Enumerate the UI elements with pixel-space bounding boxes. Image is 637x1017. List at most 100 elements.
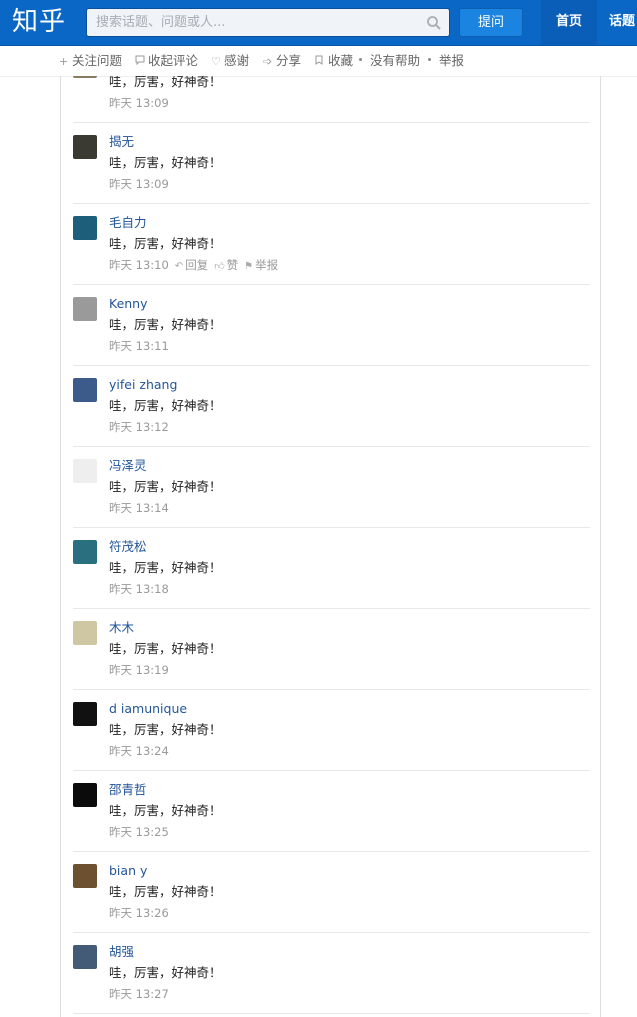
comment-meta: 昨天 13:19 <box>109 662 169 678</box>
comment-meta: 昨天 13:09 <box>109 176 169 192</box>
flag-icon: ⚑ <box>244 261 254 272</box>
user-avatar[interactable] <box>73 621 97 645</box>
comment-text: 哇，厉害，好神奇！ <box>109 479 222 494</box>
comment-author-link[interactable]: bian y <box>109 863 147 879</box>
comment-text: 哇，厉害，好神奇！ <box>109 236 222 251</box>
comment-meta: 昨天 13:09 <box>109 95 169 111</box>
separator-dot <box>359 58 362 61</box>
comment-item: 冯泽灵 哇，厉害，好神奇！ 昨天 13:14 <box>73 447 590 528</box>
comment-item: 揭无 哇，厉害，好神奇！ 昨天 13:09 <box>73 123 590 204</box>
reply-arrow-icon: ↶ <box>174 261 184 272</box>
plus-icon: + <box>59 55 69 68</box>
search-input[interactable] <box>87 9 426 36</box>
thanks-action[interactable]: ♡ 感谢 <box>211 53 249 70</box>
comment-text: 哇，厉害，好神奇！ <box>109 398 222 413</box>
report-comment-button-label: 举报 <box>255 258 279 272</box>
reply-button[interactable]: ↶ 回复 <box>175 258 208 272</box>
comment-time: 昨天 13:14 <box>109 501 169 515</box>
comment-time: 昨天 13:25 <box>109 825 169 839</box>
comment-text: 哇，厉害，好神奇！ <box>109 884 222 899</box>
comment-item: 哇，厉害，好神奇！ 昨天 13:09 <box>73 76 590 123</box>
comment-meta: 昨天 13:11 <box>109 338 169 354</box>
comment-time: 昨天 13:10 <box>109 258 169 272</box>
comment-item: bian y 哇，厉害，好神奇！ 昨天 13:26 <box>73 852 590 933</box>
comment-text: 哇，厉害，好神奇！ <box>109 965 222 980</box>
comment-time: 昨天 13:09 <box>109 177 169 191</box>
user-avatar[interactable] <box>73 297 97 321</box>
user-avatar[interactable] <box>73 783 97 807</box>
user-avatar[interactable] <box>73 216 97 240</box>
nav-home-link[interactable]: 首页 <box>541 0 597 45</box>
ask-question-button[interactable]: 提问 <box>459 8 523 37</box>
report-comment-button[interactable]: ⚑ 举报 <box>244 258 278 272</box>
comment-text: 哇，厉害，好神奇！ <box>109 560 222 575</box>
comment-author-link[interactable]: 胡强 <box>109 944 134 960</box>
user-avatar[interactable] <box>73 459 97 483</box>
collect-action[interactable]: 收藏 <box>315 53 353 70</box>
comment-meta: 昨天 13:24 <box>109 743 169 759</box>
comment-time: 昨天 13:18 <box>109 582 169 596</box>
user-avatar[interactable] <box>73 76 97 78</box>
comment-author-link[interactable]: 符茂松 <box>109 539 147 555</box>
user-avatar[interactable] <box>73 702 97 726</box>
comment-author-link[interactable]: 毛自力 <box>109 215 147 231</box>
comment-text: 哇，厉害，好神奇！ <box>109 803 222 818</box>
comments-panel: 哇，厉害，好神奇！ 昨天 13:09 揭无 哇，厉害，好神奇！ 昨天 13:09… <box>60 76 601 1017</box>
search-box[interactable] <box>86 8 450 37</box>
comment-time: 昨天 13:24 <box>109 744 169 758</box>
user-avatar[interactable] <box>73 864 97 888</box>
comment-author-link[interactable]: 木木 <box>109 620 134 636</box>
user-avatar[interactable] <box>73 135 97 159</box>
question-action-bar: + 关注问题 收起评论 ♡ 感谢 ➩ 分享 收藏 没有帮助 举报 <box>0 46 637 77</box>
comment-meta: 昨天 13:10 ↶ 回复 👍︎ 赞 ⚑ 举报 <box>109 257 278 275</box>
share-action[interactable]: ➩ 分享 <box>263 53 301 70</box>
comment-time: 昨天 13:09 <box>109 96 169 110</box>
collapse-comments-label: 收起评论 <box>148 53 199 68</box>
follow-question-action[interactable]: + 关注问题 <box>59 53 122 70</box>
comment-item: d iamunique 哇，厉害，好神奇！ 昨天 13:24 <box>73 690 590 771</box>
comment-time: 昨天 13:26 <box>109 906 169 920</box>
comment-meta: 昨天 13:25 <box>109 824 169 840</box>
comment-author-link[interactable]: yifei zhang <box>109 377 177 393</box>
comment-bubble-icon <box>135 54 147 70</box>
comment-author-link[interactable]: 冯泽灵 <box>109 458 147 474</box>
follow-question-label: 关注问题 <box>72 53 123 68</box>
comment-author-link[interactable]: 邵青哲 <box>109 782 147 798</box>
report-action[interactable]: 举报 <box>439 53 464 69</box>
like-button-label: 赞 <box>226 258 239 272</box>
heart-icon: ♡ <box>211 55 221 68</box>
comment-item: 毛自力 哇，厉害，好神奇！ 昨天 13:10 ↶ 回复 👍︎ 赞 ⚑ 举报 <box>73 204 590 285</box>
comment-author-link[interactable]: 揭无 <box>109 134 134 150</box>
comment-time: 昨天 13:12 <box>109 420 169 434</box>
comment-text: 哇，厉害，好神奇！ <box>109 317 222 332</box>
comment-item: yifei zhang 哇，厉害，好神奇！ 昨天 13:12 <box>73 366 590 447</box>
comment-author-link[interactable]: Kenny <box>109 296 148 312</box>
user-avatar[interactable] <box>73 945 97 969</box>
nav-topics-link[interactable]: 话题 <box>597 0 637 45</box>
user-avatar[interactable] <box>73 540 97 564</box>
collapse-comments-action[interactable]: 收起评论 <box>135 53 198 70</box>
comment-text: 哇，厉害，好神奇！ <box>109 641 222 656</box>
thanks-label: 感谢 <box>224 53 250 68</box>
comment-text: 哇，厉害，好神奇！ <box>109 155 222 170</box>
comment-meta: 昨天 13:12 <box>109 419 169 435</box>
comment-time: 昨天 13:27 <box>109 987 169 1001</box>
bookmark-icon <box>315 54 327 70</box>
reply-button-label: 回复 <box>185 258 209 272</box>
comment-item: 邵青哲 哇，厉害，好神奇！ 昨天 13:25 <box>73 771 590 852</box>
comment-meta: 昨天 13:26 <box>109 905 169 921</box>
share-label: 分享 <box>276 53 302 68</box>
zhihu-logo[interactable]: 知乎 <box>12 4 66 40</box>
user-avatar[interactable] <box>73 378 97 402</box>
collect-label: 收藏 <box>328 53 354 68</box>
not-helpful-action[interactable]: 没有帮助 <box>370 53 420 69</box>
top-navigation-bar: 知乎 提问 首页 话题 <box>0 0 637 46</box>
comment-time: 昨天 13:19 <box>109 663 169 677</box>
share-arrow-icon: ➩ <box>263 55 273 68</box>
comment-author-link[interactable]: d iamunique <box>109 701 187 717</box>
comment-meta: 昨天 13:27 <box>109 986 169 1002</box>
comment-text: 哇，厉害，好神奇！ <box>109 722 222 737</box>
search-icon[interactable] <box>426 15 442 31</box>
comment-meta: 昨天 13:18 <box>109 581 169 597</box>
like-button[interactable]: 👍︎ 赞 <box>214 258 238 272</box>
